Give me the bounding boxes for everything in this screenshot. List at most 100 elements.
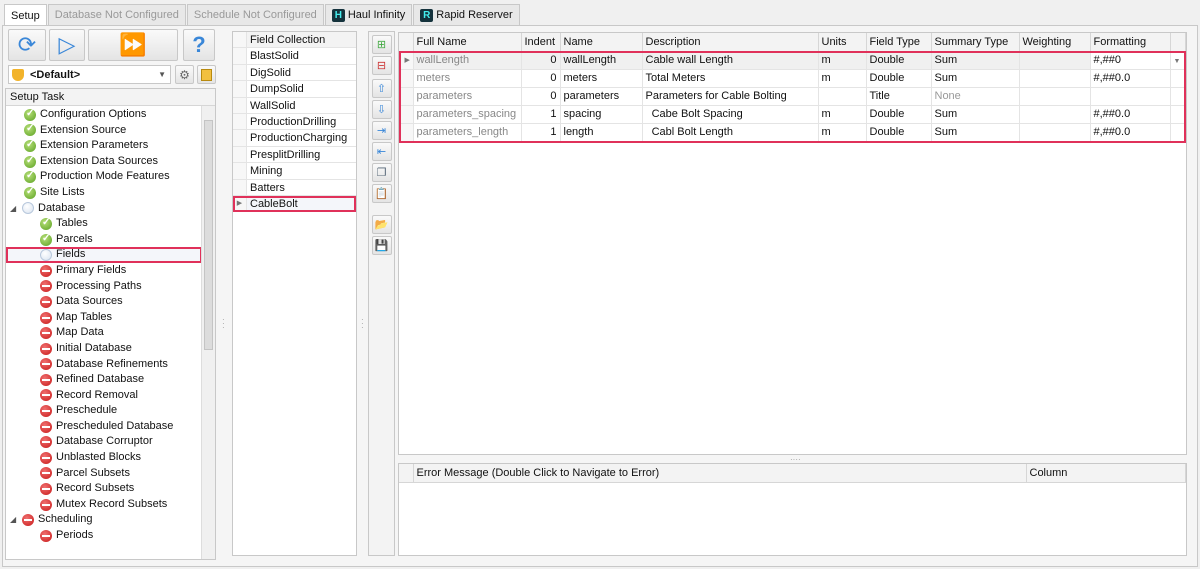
cell-units[interactable] xyxy=(818,87,867,106)
column-header-formatting[interactable]: Formatting xyxy=(1090,33,1171,52)
tree-item-extension-data-sources[interactable]: Extension Data Sources xyxy=(6,153,202,170)
cell-summary-type[interactable]: Sum xyxy=(931,105,1020,124)
tree-item-fields[interactable]: Fields xyxy=(6,247,202,263)
cell-full-name[interactable]: parameters_length xyxy=(413,123,522,142)
tree-item-database-corruptor[interactable]: Database Corruptor xyxy=(6,434,202,450)
error-message-header[interactable]: Error Message (Double Click to Navigate … xyxy=(413,464,1027,483)
tree-item-preschedule[interactable]: Preschedule xyxy=(6,403,202,419)
run-button[interactable]: ▷ xyxy=(49,29,85,61)
cell-name[interactable]: wallLength xyxy=(560,51,643,70)
tree-item-scheduling[interactable]: ◢ Scheduling xyxy=(6,512,202,528)
tree-item-extension-parameters[interactable]: Extension Parameters xyxy=(6,137,202,154)
cell-indent[interactable]: 0 xyxy=(521,51,561,70)
field-collection-item[interactable]: DigSolid xyxy=(233,64,356,82)
indent-button[interactable]: ⇥ xyxy=(371,121,392,140)
field-collection-item[interactable]: BlastSolid xyxy=(233,48,356,65)
cell-name[interactable]: meters xyxy=(560,69,643,88)
tree-item-tables[interactable]: Tables xyxy=(6,215,202,232)
cell-indent[interactable]: 1 xyxy=(521,105,561,124)
cell-units[interactable]: m xyxy=(818,51,867,70)
settings-button[interactable]: ⚙ xyxy=(175,65,194,84)
refresh-button[interactable]: ⟳ xyxy=(8,29,46,61)
field-collection-item[interactable]: PresplitDrilling xyxy=(233,146,356,164)
cell-field-type[interactable]: Title xyxy=(866,87,932,106)
expand-chevron-icon[interactable]: ◢ xyxy=(10,201,20,217)
tree-item-production-mode-features[interactable]: Production Mode Features xyxy=(6,168,202,185)
cell-formatting[interactable]: #,##0.0 xyxy=(1090,105,1171,124)
column-header-indent[interactable]: Indent xyxy=(521,33,561,52)
tree-item-primary-fields[interactable]: Primary Fields xyxy=(6,263,202,279)
open-button[interactable]: 📂 xyxy=(371,215,392,234)
field-collection-item[interactable]: ProductionDrilling xyxy=(233,113,356,131)
run-all-button[interactable]: ⏩ xyxy=(88,29,178,61)
cell-indent[interactable]: 0 xyxy=(521,69,561,88)
column-header[interactable]: Column xyxy=(1026,464,1186,483)
field-collection-item[interactable]: ProductionCharging xyxy=(233,130,356,147)
cell-name[interactable]: length xyxy=(560,123,643,142)
cell-full-name[interactable]: wallLength xyxy=(413,51,522,70)
cell-name[interactable]: spacing xyxy=(560,105,643,124)
cell-formatting[interactable]: #,##0.0 xyxy=(1090,69,1171,88)
column-header-full-name[interactable]: Full Name xyxy=(413,33,522,52)
tree-item-unblasted-blocks[interactable]: Unblasted Blocks xyxy=(6,450,202,466)
table-row[interactable]: ▶ wallLength 0 wallLength Cable wall Length m… xyxy=(399,51,1187,70)
field-collection-item[interactable]: Mining xyxy=(233,163,356,180)
cell-weighting[interactable] xyxy=(1019,123,1091,142)
cell-units[interactable]: m xyxy=(818,69,867,88)
tree-item-map-tables[interactable]: Map Tables xyxy=(6,310,202,326)
cell-weighting[interactable] xyxy=(1019,69,1091,88)
tree-scrollbar[interactable] xyxy=(201,106,215,559)
outdent-button[interactable]: ⇤ xyxy=(371,142,392,161)
splitter-handle[interactable]: · · · xyxy=(361,316,364,332)
cell-field-type[interactable]: Double xyxy=(866,123,932,142)
move-up-button[interactable]: ⇧ xyxy=(371,79,392,98)
tab-database-not-configured[interactable]: Database Not Configured xyxy=(47,4,186,25)
table-row[interactable]: parameters_spacing 1 spacing Cabe Bolt Spa… xyxy=(399,105,1187,124)
cell-field-type[interactable]: Double xyxy=(866,51,932,70)
cell-units[interactable]: m xyxy=(818,123,867,142)
cell-weighting[interactable] xyxy=(1019,105,1091,124)
tree-item-refined-database[interactable]: Refined Database xyxy=(6,372,202,388)
column-header-summary-type[interactable]: Summary Type xyxy=(931,33,1020,52)
cell-description[interactable]: Cabe Bolt Spacing xyxy=(642,105,819,124)
cell-formatting[interactable] xyxy=(1090,87,1171,106)
cell-summary-type[interactable]: Sum xyxy=(931,69,1020,88)
tree-item-database-refinements[interactable]: Database Refinements xyxy=(6,357,202,373)
help-button[interactable]: ? xyxy=(183,29,215,61)
field-collection-item[interactable]: ▶ CableBolt xyxy=(233,195,356,213)
column-header-field-type[interactable]: Field Type xyxy=(866,33,932,52)
profile-select[interactable]: <Default> ▼ xyxy=(8,65,171,84)
cell-description[interactable]: Parameters for Cable Bolting xyxy=(642,87,819,106)
cell-full-name[interactable]: meters xyxy=(413,69,522,88)
table-row[interactable]: meters 0 meters Total Meters m Double Sum #,##0… xyxy=(399,69,1187,88)
copy-button[interactable]: ❐ xyxy=(371,163,392,182)
move-down-button[interactable]: ⇩ xyxy=(371,100,392,119)
cell-weighting[interactable] xyxy=(1019,87,1091,106)
tree-item-parcel-subsets[interactable]: Parcel Subsets xyxy=(6,466,202,482)
cell-summary-type[interactable]: None xyxy=(931,87,1020,106)
tree-item-database[interactable]: ◢ Database xyxy=(6,201,202,217)
add-field-button[interactable]: ⊞ xyxy=(371,35,392,54)
splitter-handle[interactable]: · · · xyxy=(222,316,225,332)
tree-item-record-removal[interactable]: Record Removal xyxy=(6,388,202,404)
cell-indent[interactable]: 0 xyxy=(521,87,561,106)
tree-item-parcels[interactable]: Parcels xyxy=(6,231,202,248)
cell-full-name[interactable]: parameters xyxy=(413,87,522,106)
tab-setup[interactable]: Setup xyxy=(4,4,47,26)
scroll-thumb[interactable] xyxy=(204,120,213,350)
cell-description[interactable]: Total Meters xyxy=(642,69,819,88)
expand-chevron-icon[interactable]: ◢ xyxy=(10,512,20,528)
delete-field-button[interactable]: ⊟ xyxy=(371,56,392,75)
tree-item-configuration-options[interactable]: Configuration Options xyxy=(6,106,202,123)
tree-item-periods[interactable]: Periods xyxy=(6,528,202,544)
cell-indent[interactable]: 1 xyxy=(521,123,561,142)
cell-field-type[interactable]: Double xyxy=(866,69,932,88)
cell-name[interactable]: parameters xyxy=(560,87,643,106)
cell-full-name[interactable]: parameters_spacing xyxy=(413,105,522,124)
column-header-name[interactable]: Name xyxy=(560,33,643,52)
tree-item-map-data[interactable]: Map Data xyxy=(6,325,202,341)
tree-item-data-sources[interactable]: Data Sources xyxy=(6,294,202,310)
save-button[interactable]: 💾 xyxy=(371,236,392,255)
tree-item-record-subsets[interactable]: Record Subsets xyxy=(6,481,202,497)
cell-field-type[interactable]: Double xyxy=(866,105,932,124)
